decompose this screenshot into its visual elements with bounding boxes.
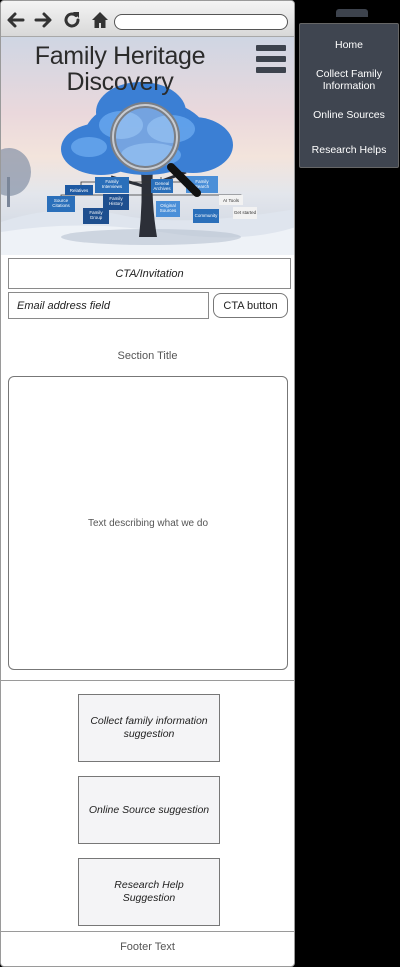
hero-image: Family Interviews Geneal Archives Family…: [1, 37, 294, 255]
menu-bar: [256, 67, 286, 73]
suggestion-collect-family-info[interactable]: Collect family information suggestion: [78, 694, 220, 762]
site-title: Family Heritage Discovery: [15, 43, 225, 95]
cta-invitation: CTA/Invitation: [8, 258, 291, 289]
nav-item-research-helps[interactable]: Research Helps: [300, 132, 398, 167]
divider: [1, 931, 294, 932]
nav-item-collect-family-information[interactable]: Collect Family Information: [300, 62, 398, 97]
reload-icon: [64, 12, 80, 28]
tree-label: Sources: [160, 208, 177, 213]
description-text: Text describing what we do: [87, 517, 209, 529]
tree-label: Relatives: [70, 188, 89, 193]
hamburger-menu-icon[interactable]: [255, 43, 287, 75]
suggestion-online-source[interactable]: Online Source suggestion: [78, 776, 220, 844]
back-arrow-icon: [7, 12, 25, 28]
url-input[interactable]: [114, 14, 288, 30]
reload-button[interactable]: [61, 9, 83, 31]
menu-tab-notch: [336, 9, 368, 17]
footer-text: Footer Text: [120, 941, 175, 953]
tree-label: Get started: [234, 210, 257, 215]
nav-item-home[interactable]: Home: [300, 27, 398, 62]
site-title-line1: Family Heritage: [34, 42, 206, 70]
forward-button[interactable]: [33, 9, 55, 31]
menu-bar: [256, 56, 286, 62]
cta-button[interactable]: CTA button: [213, 293, 288, 318]
tree-label: AI Tools: [223, 198, 240, 203]
tree-label: Community: [195, 213, 219, 218]
tree-label: Archives: [153, 186, 171, 191]
browser-toolbar: [1, 1, 294, 37]
tree-label: Group: [90, 215, 103, 220]
menu-bar: [256, 45, 286, 51]
tree-label: Citations: [52, 203, 70, 208]
section-title: Section Title: [117, 350, 178, 362]
back-button[interactable]: [4, 9, 26, 31]
home-icon: [92, 12, 108, 28]
dropdown-nav-menu: Home Collect Family Information Online S…: [299, 23, 399, 168]
tree-label: History: [109, 201, 124, 206]
phone-frame: Family Interviews Geneal Archives Family…: [0, 0, 295, 967]
divider: [1, 680, 294, 681]
forward-arrow-icon: [34, 12, 52, 28]
site-title-line2: Discovery: [66, 68, 174, 96]
nav-item-online-sources[interactable]: Online Sources: [300, 97, 398, 132]
email-field[interactable]: [8, 292, 209, 319]
description-box: Text describing what we do: [8, 376, 288, 670]
home-button[interactable]: [89, 9, 111, 31]
tree-label: Interviews: [102, 184, 123, 189]
suggestion-research-help[interactable]: Research Help Suggestion: [78, 858, 220, 926]
